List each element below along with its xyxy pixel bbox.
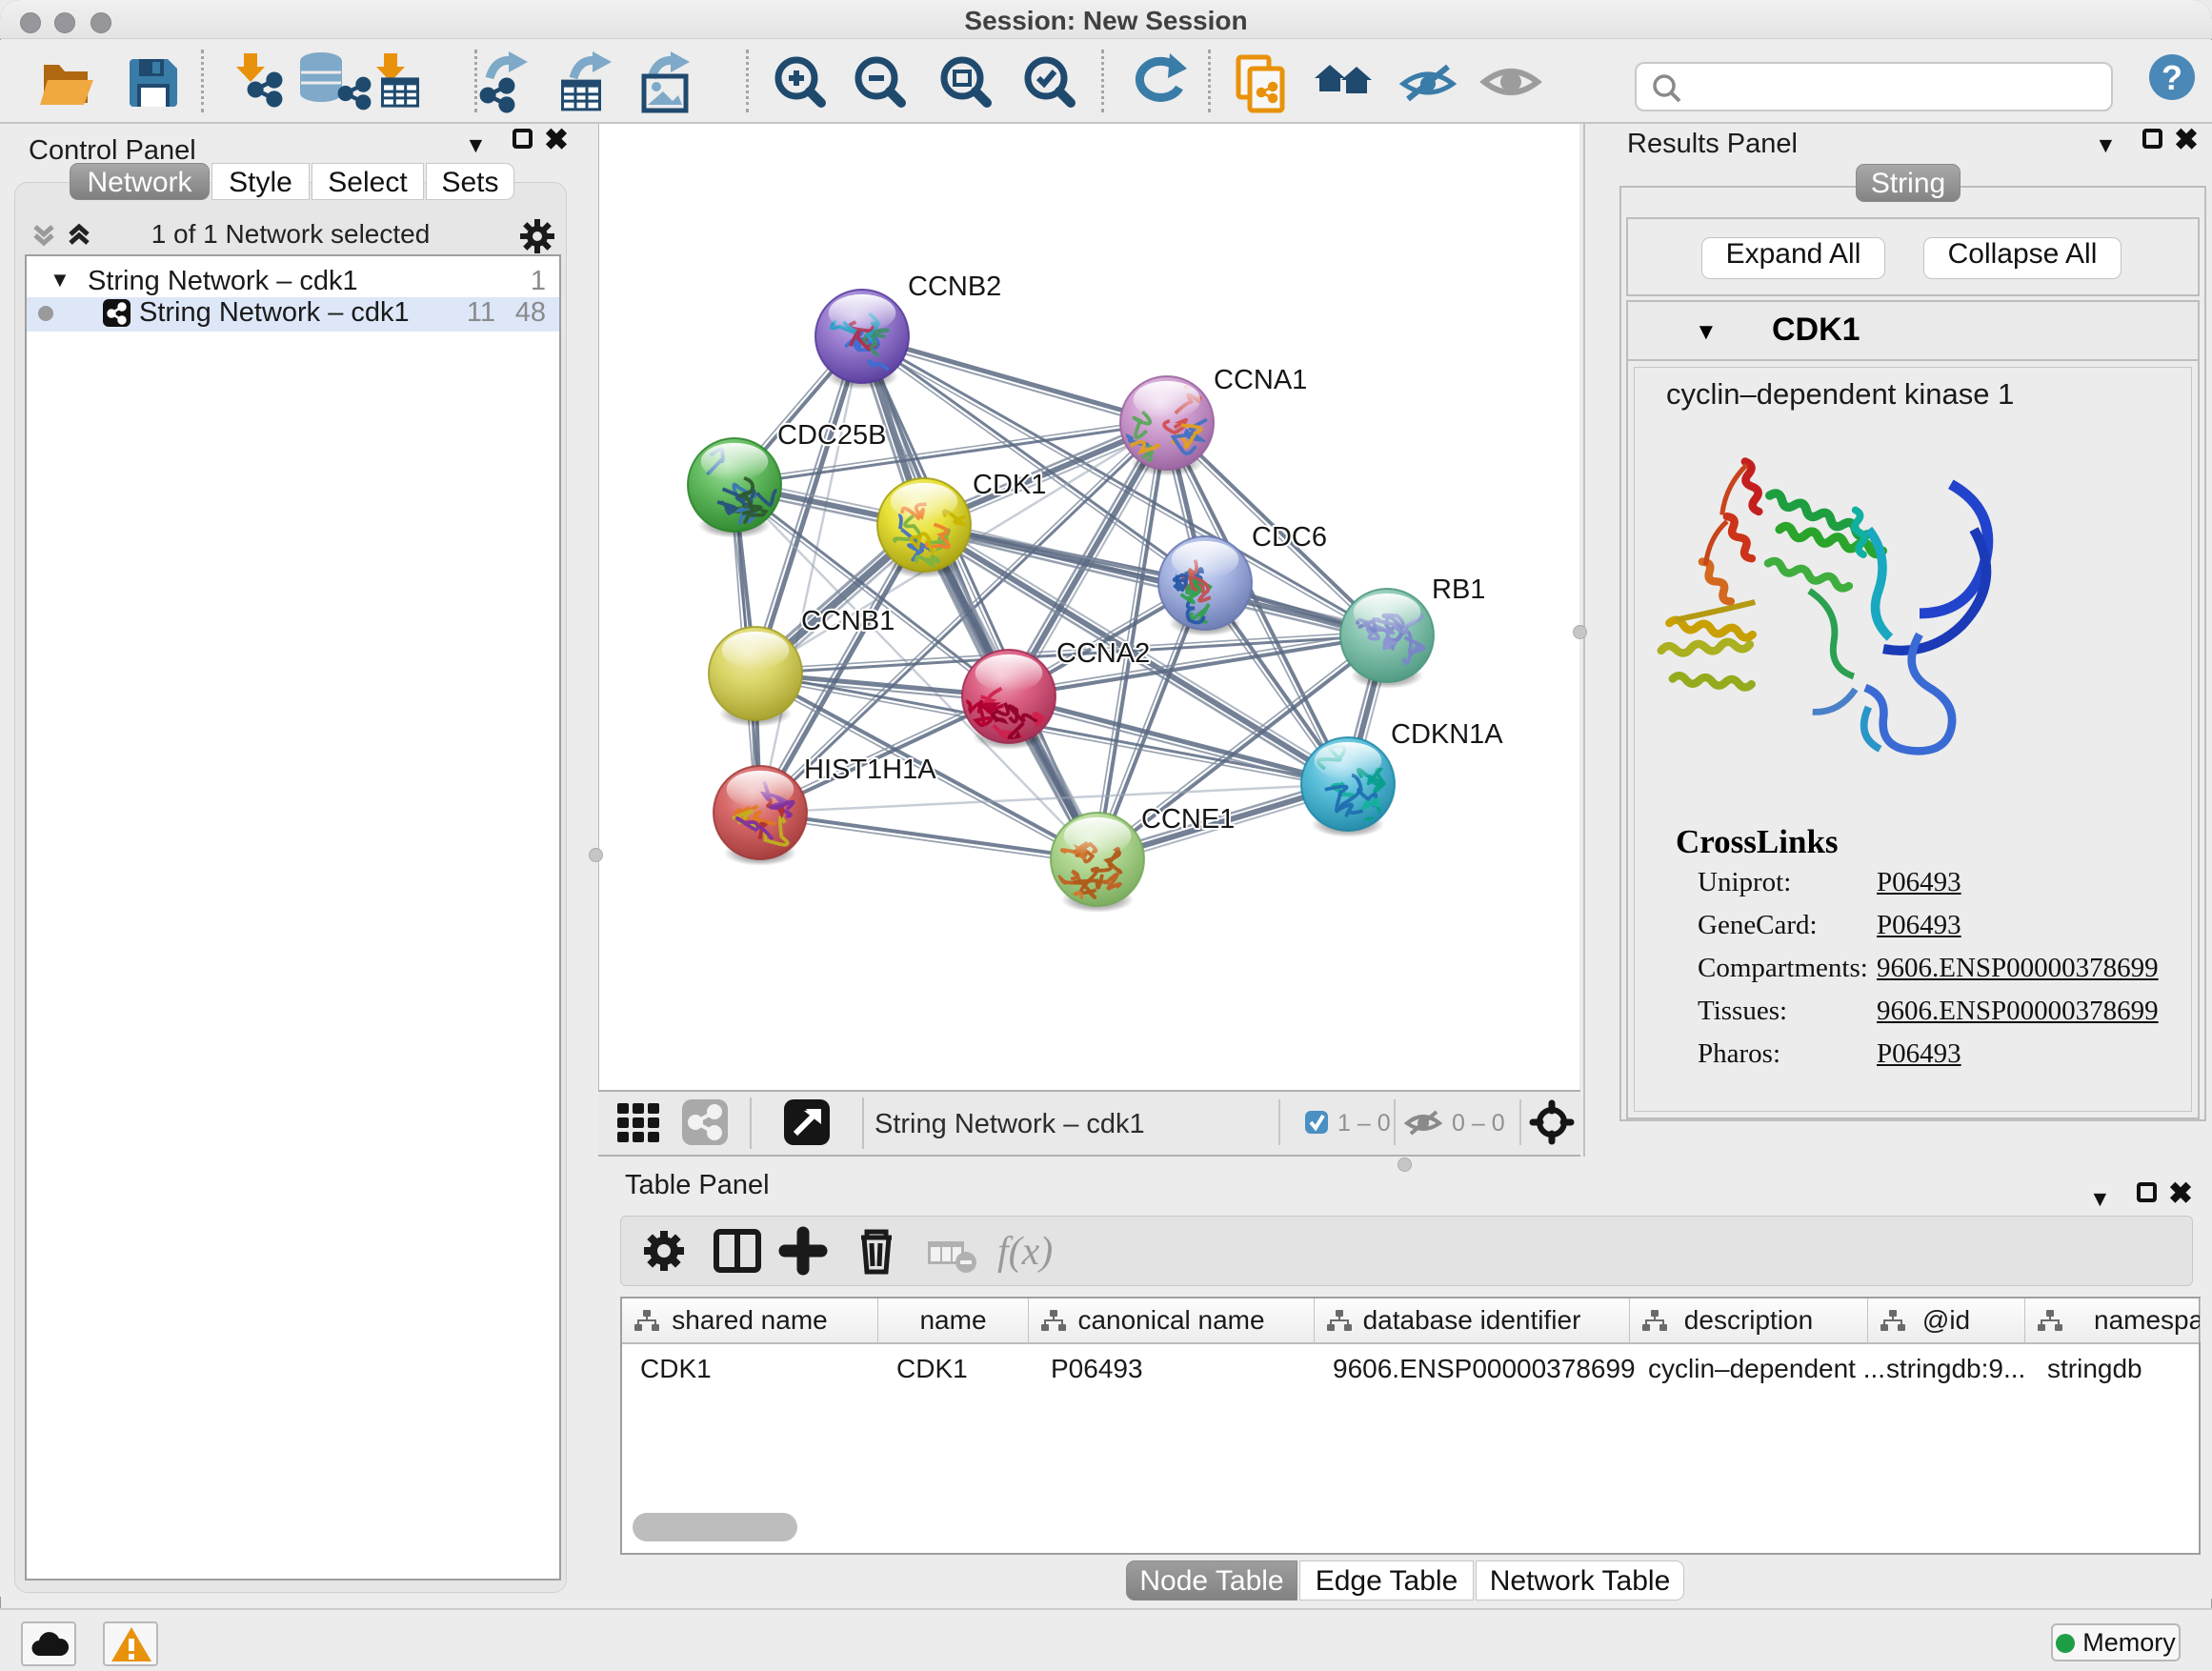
- svg-text:?: ?: [2162, 58, 2182, 97]
- svg-text:CCNB1: CCNB1: [801, 606, 895, 636]
- svg-text:CCNE1: CCNE1: [1141, 804, 1235, 835]
- svg-text:HIST1H1A: HIST1H1A: [804, 755, 936, 785]
- svg-text:1 – 0: 1 – 0: [1337, 1110, 1391, 1137]
- svg-text:String Network – cdk1: String Network – cdk1: [875, 1109, 1145, 1139]
- svg-text:CCNB2: CCNB2: [908, 272, 1001, 302]
- svg-text:RB1: RB1: [1432, 574, 1485, 605]
- svg-text:0 – 0: 0 – 0: [1452, 1110, 1505, 1137]
- svg-text:CDKN1A: CDKN1A: [1391, 719, 1503, 750]
- svg-text:f(x): f(x): [997, 1230, 1053, 1274]
- svg-text:CDC6: CDC6: [1252, 522, 1327, 553]
- svg-text:CDC25B: CDC25B: [777, 420, 886, 451]
- svg-text:CCNA2: CCNA2: [1056, 638, 1150, 669]
- svg-text:CCNA1: CCNA1: [1214, 365, 1307, 395]
- svg-text:CDK1: CDK1: [973, 470, 1046, 500]
